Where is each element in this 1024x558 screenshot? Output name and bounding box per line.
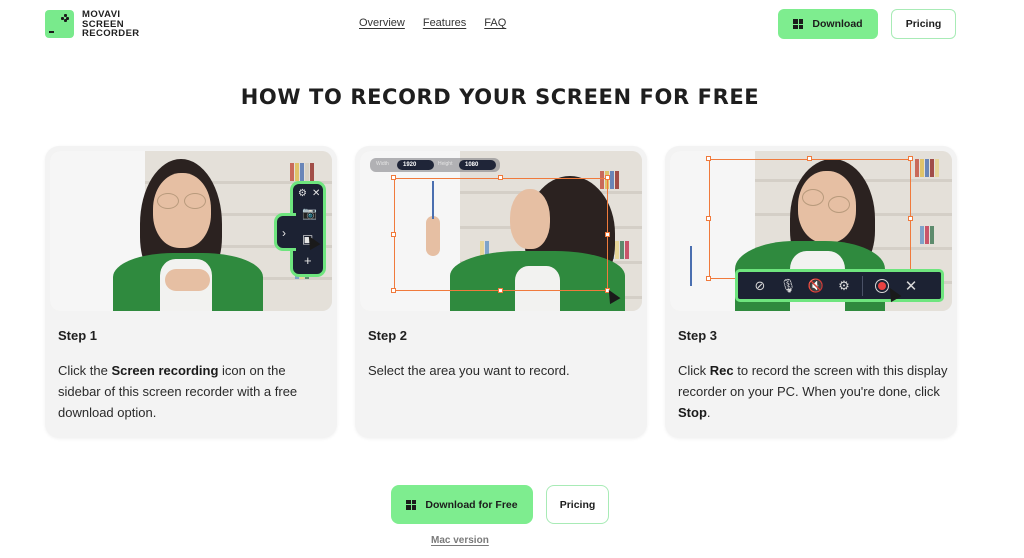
logo-text: MOVAVI SCREEN RECORDER [82,10,140,39]
main-nav: Overview Features FAQ [359,17,506,29]
header-download-button[interactable]: Download [778,9,878,39]
step-description: Click the Screen recording icon on the s… [58,363,298,420]
logo-line: RECORDER [82,28,140,39]
recording-toolbar: ⊘ 🎙 🔇 ⚙ ✕ [735,269,944,302]
gear-icon[interactable]: ⚙ [830,278,858,294]
gear-icon[interactable]: ⚙ [298,189,307,199]
sidebar-expand-tab[interactable]: › [274,213,296,251]
download-label: Download [812,18,863,30]
step-description: Select the area you want to record. [368,363,570,378]
height-label: Height [438,161,453,167]
step-label: Step 1 [58,328,98,343]
close-icon[interactable]: ✕ [312,189,320,199]
pricing-label: Pricing [559,498,596,511]
windows-icon [793,19,804,29]
width-input[interactable]: 1920 [397,160,434,170]
step-label: Step 2 [368,328,408,343]
step-3-image: ⊘ 🎙 🔇 ⚙ ✕ [670,151,952,311]
header-pricing-button[interactable]: Pricing [891,9,956,39]
step-description: Click Rec to record the screen with this… [678,363,948,420]
width-label: Width [376,161,389,167]
close-icon[interactable]: ✕ [897,277,925,295]
step-1-image: ⚙ ✕ 📷 ▣ + › [50,151,332,311]
microphone-off-icon[interactable]: 🎙 [774,278,802,294]
pricing-label: Pricing [905,18,942,30]
site-header: MOVAVI SCREEN RECORDER Overview Features… [0,0,1024,48]
resize-handle[interactable] [807,156,812,161]
speaker-off-icon[interactable]: 🔇 [802,278,830,294]
resize-handle[interactable] [605,175,610,180]
logo[interactable]: MOVAVI SCREEN RECORDER [45,10,140,39]
webcam-off-icon[interactable]: ⊘ [746,278,774,294]
height-input[interactable]: 1080 [459,160,496,170]
resize-handle[interactable] [391,288,396,293]
cta-pricing-button[interactable]: Pricing [546,485,609,524]
page-title: HOW TO RECORD YOUR SCREEN FOR FREE [240,85,760,109]
download-for-free-button[interactable]: Download for Free [391,485,533,524]
mac-version-link[interactable]: Mac version [431,535,489,546]
resize-handle[interactable] [706,276,711,281]
step-card-1: ⚙ ✕ 📷 ▣ + › Step 1 Click the Screen reco… [45,146,337,438]
resize-handle[interactable] [706,156,711,161]
download-for-free-label: Download for Free [425,498,518,511]
selection-area[interactable] [709,159,911,279]
step-label: Step 3 [678,328,718,343]
resize-handle[interactable] [498,175,503,180]
toolbar-divider [862,275,863,296]
step-card-3: ⊘ 🎙 🔇 ⚙ ✕ Step 3 Click Rec to record the… [665,146,957,438]
resize-handle[interactable] [908,216,913,221]
selection-area[interactable] [394,178,608,291]
resize-handle[interactable] [605,232,610,237]
resize-handle[interactable] [498,288,503,293]
chevron-right-icon: › [282,226,286,240]
camera-icon[interactable]: 📷 [302,207,317,219]
logo-icon [45,10,74,39]
resize-handle[interactable] [391,175,396,180]
nav-faq[interactable]: FAQ [484,17,506,29]
windows-icon [406,499,417,510]
resize-handle[interactable] [391,232,396,237]
step-card-2: Width 1920 Height 1080 Step 2 Select the… [355,146,647,438]
resize-handle[interactable] [706,216,711,221]
step-2-image: Width 1920 Height 1080 [360,151,642,311]
nav-overview[interactable]: Overview [359,17,405,29]
nav-features[interactable]: Features [423,17,466,29]
dimension-toolbar: Width 1920 Height 1080 [370,158,500,172]
resize-handle[interactable] [908,156,913,161]
plus-icon[interactable]: + [304,254,312,267]
